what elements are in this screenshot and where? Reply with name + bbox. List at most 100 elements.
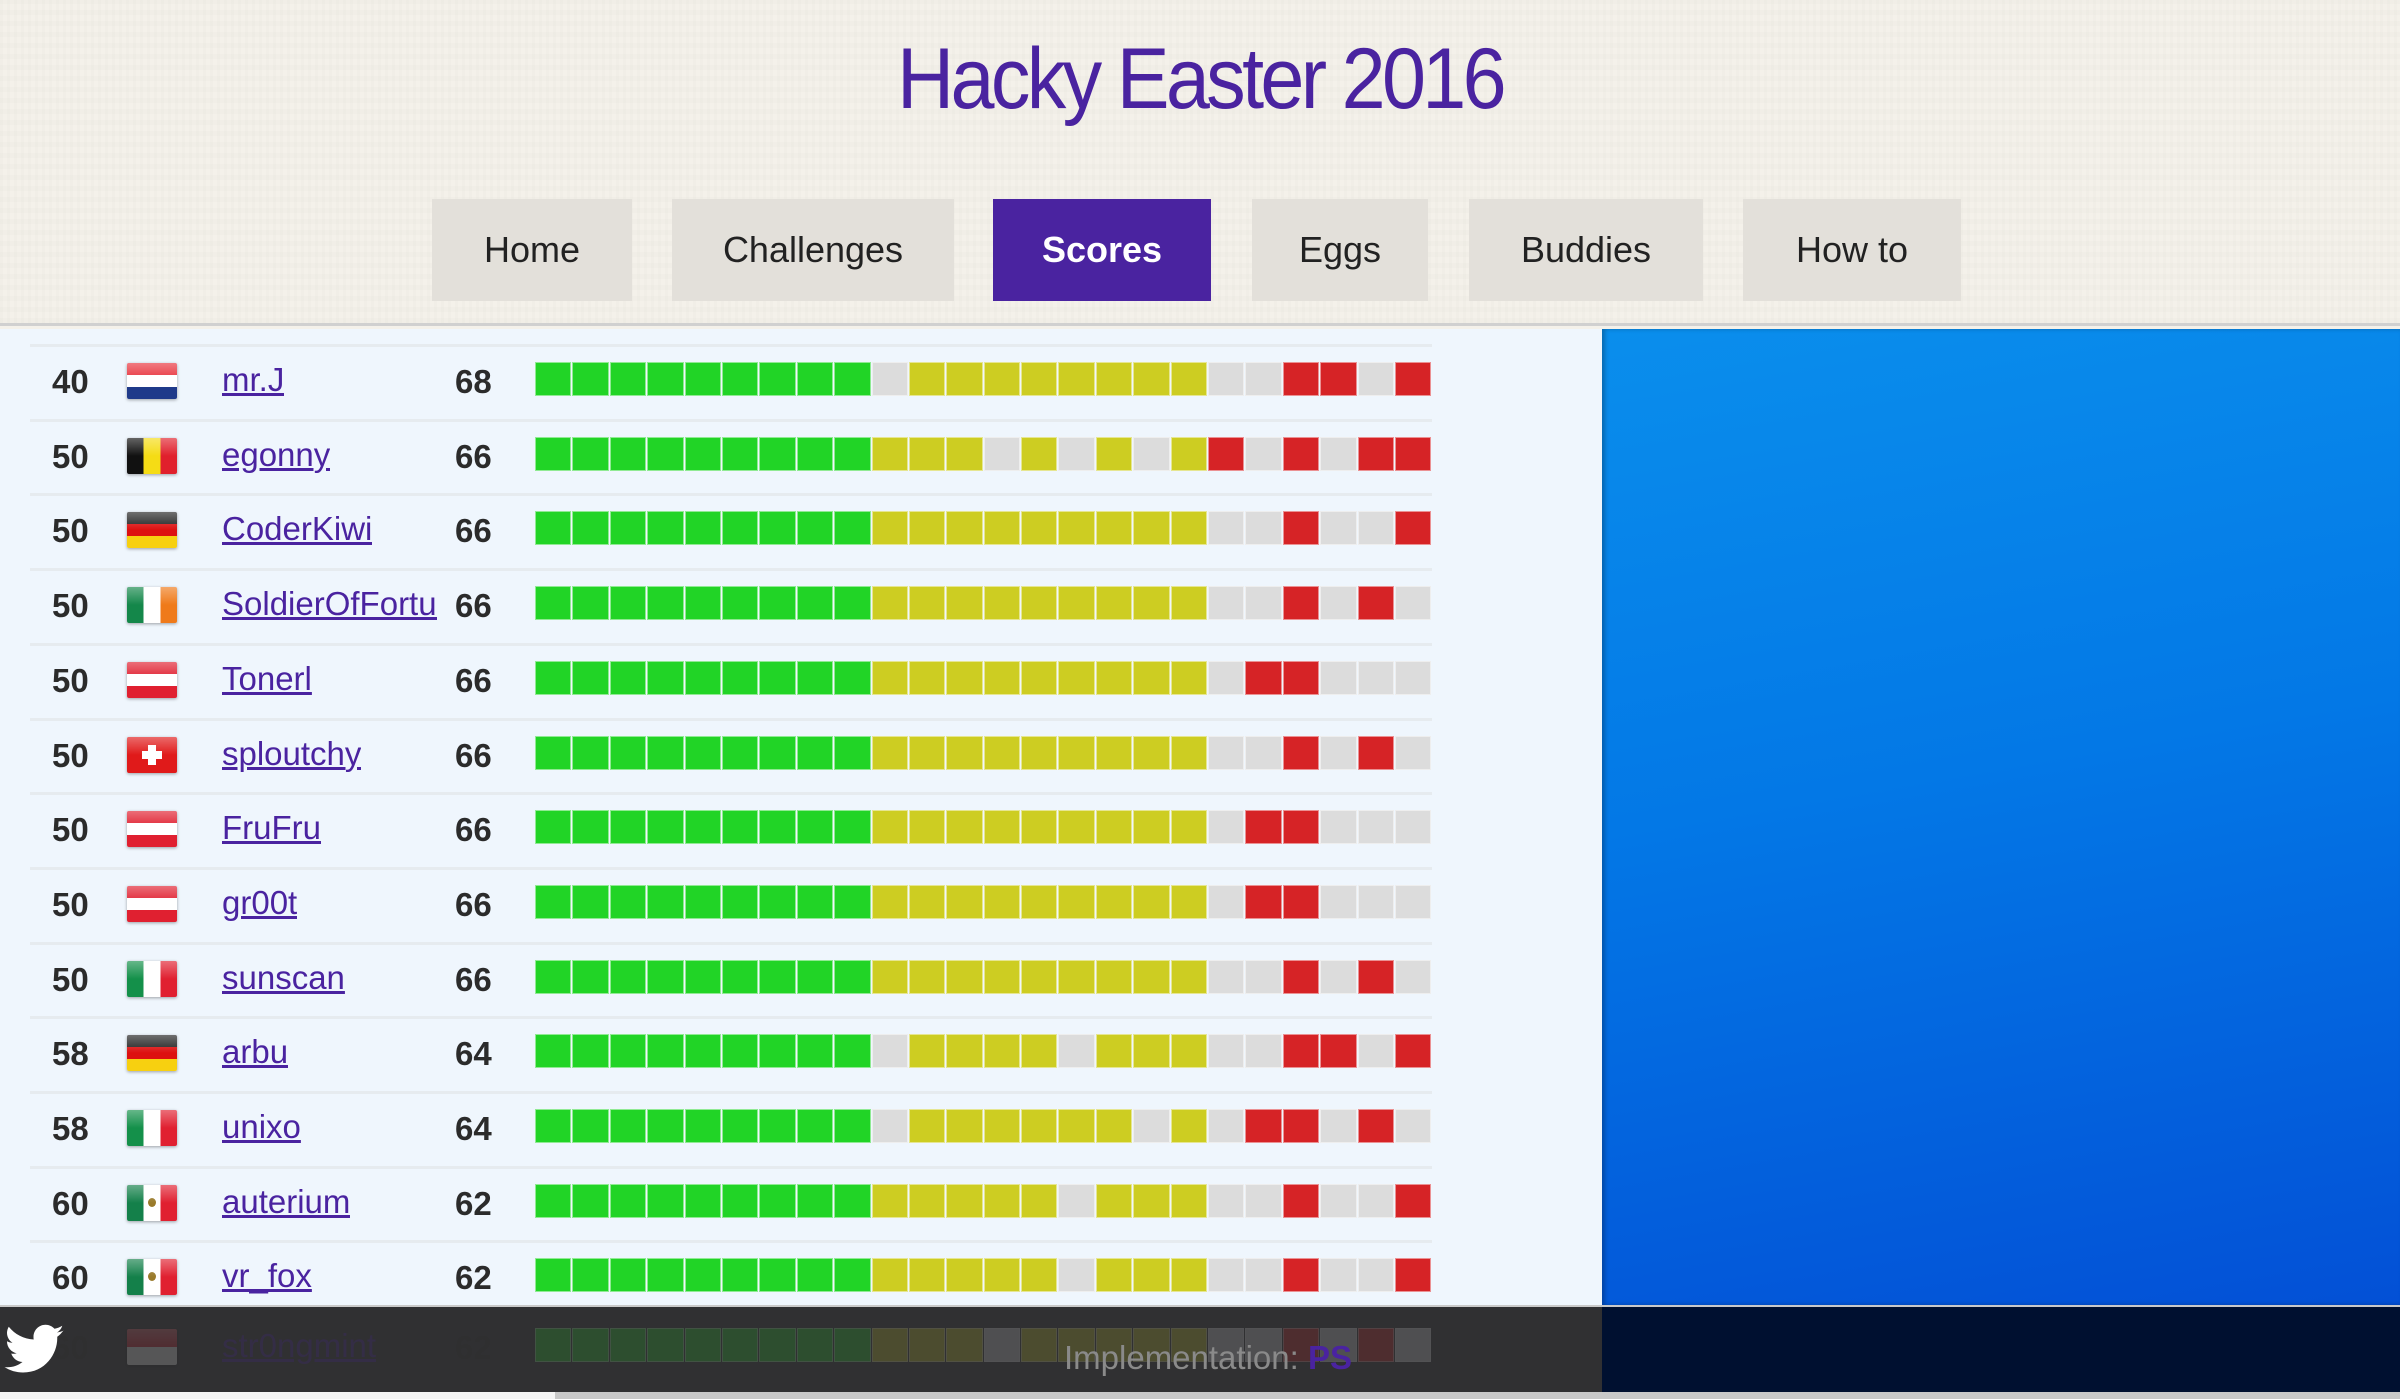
challenge-cell-unsolved[interactable] <box>1245 1183 1282 1218</box>
challenge-cell-solved[interactable] <box>946 1109 983 1143</box>
challenge-cell-solved[interactable] <box>535 810 572 845</box>
challenge-cell-solved[interactable] <box>871 436 908 471</box>
challenge-cell-solved[interactable] <box>1133 362 1170 396</box>
challenge-cell-solved[interactable] <box>609 1109 647 1143</box>
challenge-cell-solved[interactable] <box>871 511 908 546</box>
challenge-cell-solved[interactable] <box>572 436 609 471</box>
challenge-cell-solved[interactable] <box>946 1034 983 1069</box>
challenge-cell-solved[interactable] <box>834 1034 871 1069</box>
challenge-cell-solved[interactable] <box>908 810 946 845</box>
challenge-cell-solved[interactable] <box>609 1034 647 1069</box>
challenge-cell-solved[interactable] <box>1170 1183 1208 1218</box>
challenge-cell-solved[interactable] <box>1095 1034 1133 1069</box>
challenge-cell-solved[interactable] <box>647 735 684 770</box>
challenge-cell-solved[interactable] <box>1095 810 1133 845</box>
challenge-cell-solved[interactable] <box>759 362 796 396</box>
challenge-cell-solved[interactable] <box>1170 884 1208 919</box>
challenge-cell-solved[interactable] <box>834 1183 871 1218</box>
challenge-cell-unsolved[interactable] <box>1058 1258 1095 1293</box>
challenge-cell-unsolved[interactable] <box>871 1034 908 1069</box>
challenge-cell-unsolved[interactable] <box>1394 810 1432 845</box>
challenge-cell-solved[interactable] <box>1170 362 1208 396</box>
challenge-cell-solved[interactable] <box>908 586 946 621</box>
challenge-cell-solved[interactable] <box>871 735 908 770</box>
challenge-cell-solved[interactable] <box>609 810 647 845</box>
challenge-cell-solved[interactable] <box>572 735 609 770</box>
player-name-link[interactable]: mr.J <box>222 361 284 399</box>
challenge-cell-solved[interactable] <box>684 1328 721 1362</box>
player-name-link[interactable]: Tonerl <box>222 660 312 698</box>
challenge-cell-solved[interactable] <box>647 1109 684 1143</box>
challenge-cell-unsolved[interactable] <box>1394 586 1432 621</box>
challenge-cell-solved[interactable] <box>1394 511 1432 546</box>
challenge-cell-solved[interactable] <box>1282 511 1320 546</box>
challenge-cell-solved[interactable] <box>871 810 908 845</box>
challenge-cell-unsolved[interactable] <box>1208 810 1245 845</box>
challenge-cell-unsolved[interactable] <box>1208 362 1245 396</box>
challenge-cell-solved[interactable] <box>983 1258 1021 1293</box>
challenge-cell-solved[interactable] <box>1021 810 1058 845</box>
challenge-cell-solved[interactable] <box>796 660 834 695</box>
challenge-cell-unsolved[interactable] <box>1245 436 1282 471</box>
challenge-cell-solved[interactable] <box>1282 959 1320 994</box>
challenge-cell-solved[interactable] <box>946 959 983 994</box>
challenge-cell-solved[interactable] <box>535 660 572 695</box>
challenge-cell-solved[interactable] <box>1133 586 1170 621</box>
challenge-cell-solved[interactable] <box>1021 586 1058 621</box>
horizontal-scrollbar[interactable] <box>0 1392 2400 1399</box>
scrollbar-thumb[interactable] <box>0 1392 555 1399</box>
challenge-cell-solved[interactable] <box>834 436 871 471</box>
player-name-link[interactable]: vr_fox <box>222 1257 312 1295</box>
challenge-cell-solved[interactable] <box>983 511 1021 546</box>
challenge-cell-solved[interactable] <box>946 884 983 919</box>
challenge-cell-solved[interactable] <box>1170 586 1208 621</box>
challenge-cell-solved[interactable] <box>946 660 983 695</box>
challenge-cell-solved[interactable] <box>834 735 871 770</box>
challenge-cell-solved[interactable] <box>647 1328 684 1362</box>
challenge-cell-solved[interactable] <box>684 511 721 546</box>
challenge-cell-unsolved[interactable] <box>1245 735 1282 770</box>
challenge-cell-solved[interactable] <box>1058 586 1095 621</box>
challenge-cell-solved[interactable] <box>796 959 834 994</box>
player-name-link[interactable]: CoderKiwi <box>222 510 372 548</box>
player-name-link[interactable]: arbu <box>222 1033 288 1071</box>
challenge-cell-solved[interactable] <box>684 1109 721 1143</box>
challenge-cell-solved[interactable] <box>983 1034 1021 1069</box>
challenge-cell-solved[interactable] <box>535 884 572 919</box>
challenge-cell-solved[interactable] <box>1058 362 1095 396</box>
challenge-cell-solved[interactable] <box>1357 735 1394 770</box>
challenge-cell-unsolved[interactable] <box>1058 436 1095 471</box>
challenge-cell-solved[interactable] <box>647 810 684 845</box>
challenge-cell-unsolved[interactable] <box>1245 362 1282 396</box>
challenge-cell-solved[interactable] <box>759 884 796 919</box>
challenge-cell-solved[interactable] <box>1357 959 1394 994</box>
challenge-cell-solved[interactable] <box>609 1328 647 1362</box>
challenge-cell-solved[interactable] <box>535 1183 572 1218</box>
challenge-cell-solved[interactable] <box>871 959 908 994</box>
challenge-cell-solved[interactable] <box>796 1034 834 1069</box>
challenge-cell-unsolved[interactable] <box>1394 959 1432 994</box>
challenge-cell-solved[interactable] <box>1357 1109 1394 1143</box>
challenge-cell-solved[interactable] <box>983 1183 1021 1218</box>
challenge-cell-solved[interactable] <box>647 511 684 546</box>
challenge-cell-solved[interactable] <box>1021 1109 1058 1143</box>
challenge-cell-solved[interactable] <box>983 660 1021 695</box>
challenge-cell-unsolved[interactable] <box>1394 735 1432 770</box>
challenge-cell-unsolved[interactable] <box>1394 1109 1432 1143</box>
challenge-cell-solved[interactable] <box>796 735 834 770</box>
challenge-cell-unsolved[interactable] <box>1208 1034 1245 1069</box>
challenge-cell-unsolved[interactable] <box>1133 1109 1170 1143</box>
challenge-cell-solved[interactable] <box>684 362 721 396</box>
challenge-cell-unsolved[interactable] <box>1320 1109 1357 1143</box>
challenge-cell-solved[interactable] <box>908 436 946 471</box>
challenge-cell-solved[interactable] <box>1095 511 1133 546</box>
challenge-cell-solved[interactable] <box>759 1109 796 1143</box>
challenge-cell-solved[interactable] <box>1021 1328 1058 1362</box>
challenge-cell-solved[interactable] <box>1095 362 1133 396</box>
challenge-cell-solved[interactable] <box>796 1109 834 1143</box>
challenge-cell-unsolved[interactable] <box>1208 884 1245 919</box>
challenge-cell-solved[interactable] <box>572 810 609 845</box>
challenge-cell-solved[interactable] <box>572 959 609 994</box>
challenge-cell-solved[interactable] <box>946 810 983 845</box>
challenge-cell-unsolved[interactable] <box>871 1109 908 1143</box>
